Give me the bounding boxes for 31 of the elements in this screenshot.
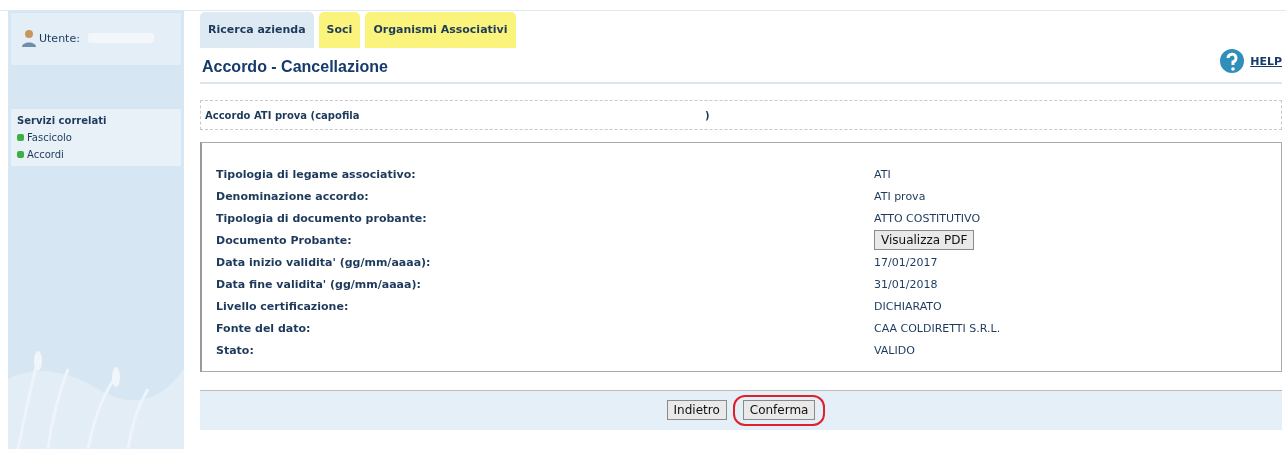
field-label: Tipologia di legame associativo: xyxy=(216,167,417,181)
help-link[interactable]: HELP xyxy=(1219,48,1282,74)
user-label: Utente: xyxy=(39,31,80,45)
nav-tab[interactable]: Ricerca azienda xyxy=(200,12,314,48)
sidebar-link[interactable]: Fascicolo xyxy=(17,132,175,143)
field-label: Stato: xyxy=(216,343,255,357)
field-label: Data inizio validita' (gg/mm/aaaa): xyxy=(216,255,432,269)
summary-bracket: ) xyxy=(705,109,710,121)
field-value: ATI prova xyxy=(874,189,927,203)
nav-tab[interactable]: Soci xyxy=(318,12,361,48)
field-value: DICHIARATO xyxy=(874,299,943,313)
field-value: ATI xyxy=(874,167,892,181)
nav-tab[interactable]: Organismi Associativi xyxy=(365,12,516,48)
field-value: ATTO COSTITUTIVO xyxy=(874,211,982,225)
page-title: Accordo - Cancellazione xyxy=(202,58,388,76)
field-value: 17/01/2017 xyxy=(874,255,939,269)
action-button[interactable]: Indietro xyxy=(666,400,727,420)
field-value: VALIDO xyxy=(874,343,916,357)
field-label: Livello certificazione: xyxy=(216,299,350,313)
view-pdf-button[interactable]: Visualizza PDF xyxy=(874,230,975,250)
field-label: Data fine validita' (gg/mm/aaaa): xyxy=(216,277,422,291)
field-label: Denominazione accordo: xyxy=(216,189,370,203)
sidebar-link[interactable]: Accordi xyxy=(17,149,175,160)
field-value: CAA COLDIRETTI S.R.L. xyxy=(874,321,1002,335)
field-label: Documento Probante: xyxy=(216,233,353,247)
field-label: Fonte del dato: xyxy=(216,321,312,335)
field-value: 31/01/2018 xyxy=(874,277,939,291)
action-button[interactable]: Conferma xyxy=(742,400,816,420)
field-label: Tipologia di documento probante: xyxy=(216,211,428,225)
summary-text: Accordo ATI prova (capofila xyxy=(205,109,361,121)
section-title: Servizi correlati xyxy=(17,115,108,126)
